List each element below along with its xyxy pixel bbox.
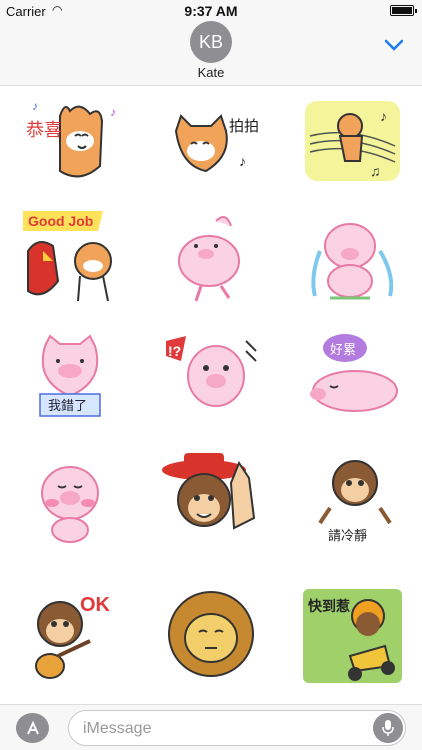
clock: 9:37 AM	[184, 3, 238, 19]
pig-shocked-sticker: !?	[166, 336, 257, 407]
sticker-monkey-scooter[interactable]: 快到惹	[297, 586, 407, 686]
sticker-text: 請冷靜	[328, 528, 367, 543]
sticker-pig-sorry[interactable]: 我錯了	[15, 326, 125, 426]
svg-text:♪: ♪	[380, 108, 387, 124]
lion-sticker	[168, 591, 254, 677]
monkey-ok-guitar-sticker: OK	[35, 594, 111, 679]
cat-music-sticker: ♪ ♫	[304, 101, 400, 181]
sticker-pig-sleepy[interactable]: 好累	[297, 326, 407, 426]
microphone-button[interactable]	[373, 713, 403, 743]
pig-sleepy-sticker: 好累	[309, 334, 398, 412]
microphone-icon	[382, 720, 394, 736]
status-bar: Carrier ◠ 9:37 AM	[0, 0, 422, 22]
svg-text:♪: ♪	[239, 153, 246, 169]
sticker-pig-blushing[interactable]	[15, 448, 125, 548]
sticker-text: 快到惹	[308, 598, 350, 614]
sticker-text: Good Job	[28, 213, 93, 229]
sticker-text: OK	[80, 594, 111, 616]
pig-dancing-sticker	[178, 216, 240, 302]
parrot-cat-good-job-sticker: Good Job	[22, 211, 112, 302]
pig-blushing-sticker	[41, 466, 99, 543]
sticker-pig-crying[interactable]	[297, 206, 407, 306]
pig-crying-sticker	[310, 223, 393, 300]
cat-applause-sticker: 拍拍 ♪	[174, 114, 259, 173]
sticker-text: 拍拍	[229, 118, 259, 135]
app-store-button[interactable]	[16, 713, 49, 743]
pig-sorry-sticker: 我錯了	[39, 334, 101, 417]
sticker-text: 恭喜	[26, 120, 62, 140]
sticker-lion[interactable]	[156, 586, 266, 686]
sticker-cat-congrats[interactable]: 恭喜 ♪ ♪	[15, 91, 125, 191]
svg-text:♪: ♪	[110, 105, 116, 119]
sticker-monkey-calm-down[interactable]: 請冷靜	[297, 448, 407, 548]
sticker-text: !?	[168, 343, 181, 359]
sticker-cat-music[interactable]: ♪ ♫	[297, 91, 407, 191]
monkey-scooter-sticker: 快到惹	[302, 589, 402, 683]
app-store-icon	[26, 720, 39, 735]
sticker-monkey-thumbs-up[interactable]	[156, 448, 266, 548]
battery-icon	[390, 5, 417, 16]
sticker-parrot-cat-good-job[interactable]: Good Job	[15, 206, 125, 306]
contact-name[interactable]: Kate	[0, 65, 422, 80]
sticker-cat-applause[interactable]: 拍拍 ♪	[156, 91, 266, 191]
sticker-text: 我錯了	[48, 398, 87, 413]
avatar-initials: KB	[198, 31, 223, 52]
message-composer: iMessage	[0, 704, 422, 750]
svg-text:♫: ♫	[370, 163, 381, 179]
svg-text:♪: ♪	[32, 99, 38, 113]
sticker-pig-dancing[interactable]	[156, 206, 266, 306]
chevron-down-icon[interactable]	[384, 35, 404, 55]
message-placeholder: iMessage	[83, 720, 152, 737]
cat-congrats-sticker: 恭喜 ♪ ♪	[26, 99, 116, 178]
sticker-monkey-ok-guitar[interactable]: OK	[15, 586, 125, 686]
sticker-pig-shocked[interactable]: !?	[156, 326, 266, 426]
monkey-calm-down-sticker: 請冷靜	[317, 460, 392, 543]
message-input[interactable]: iMessage	[68, 710, 406, 746]
monkey-thumbs-up-sticker	[161, 453, 255, 530]
sticker-grid: 恭喜 ♪ ♪ 拍拍 ♪ ♪ ♫ Good Job 我錯了 !? 好累 請冷靜 O…	[0, 86, 422, 704]
sticker-text: 好累	[330, 342, 356, 357]
contact-avatar[interactable]: KB	[190, 21, 232, 63]
